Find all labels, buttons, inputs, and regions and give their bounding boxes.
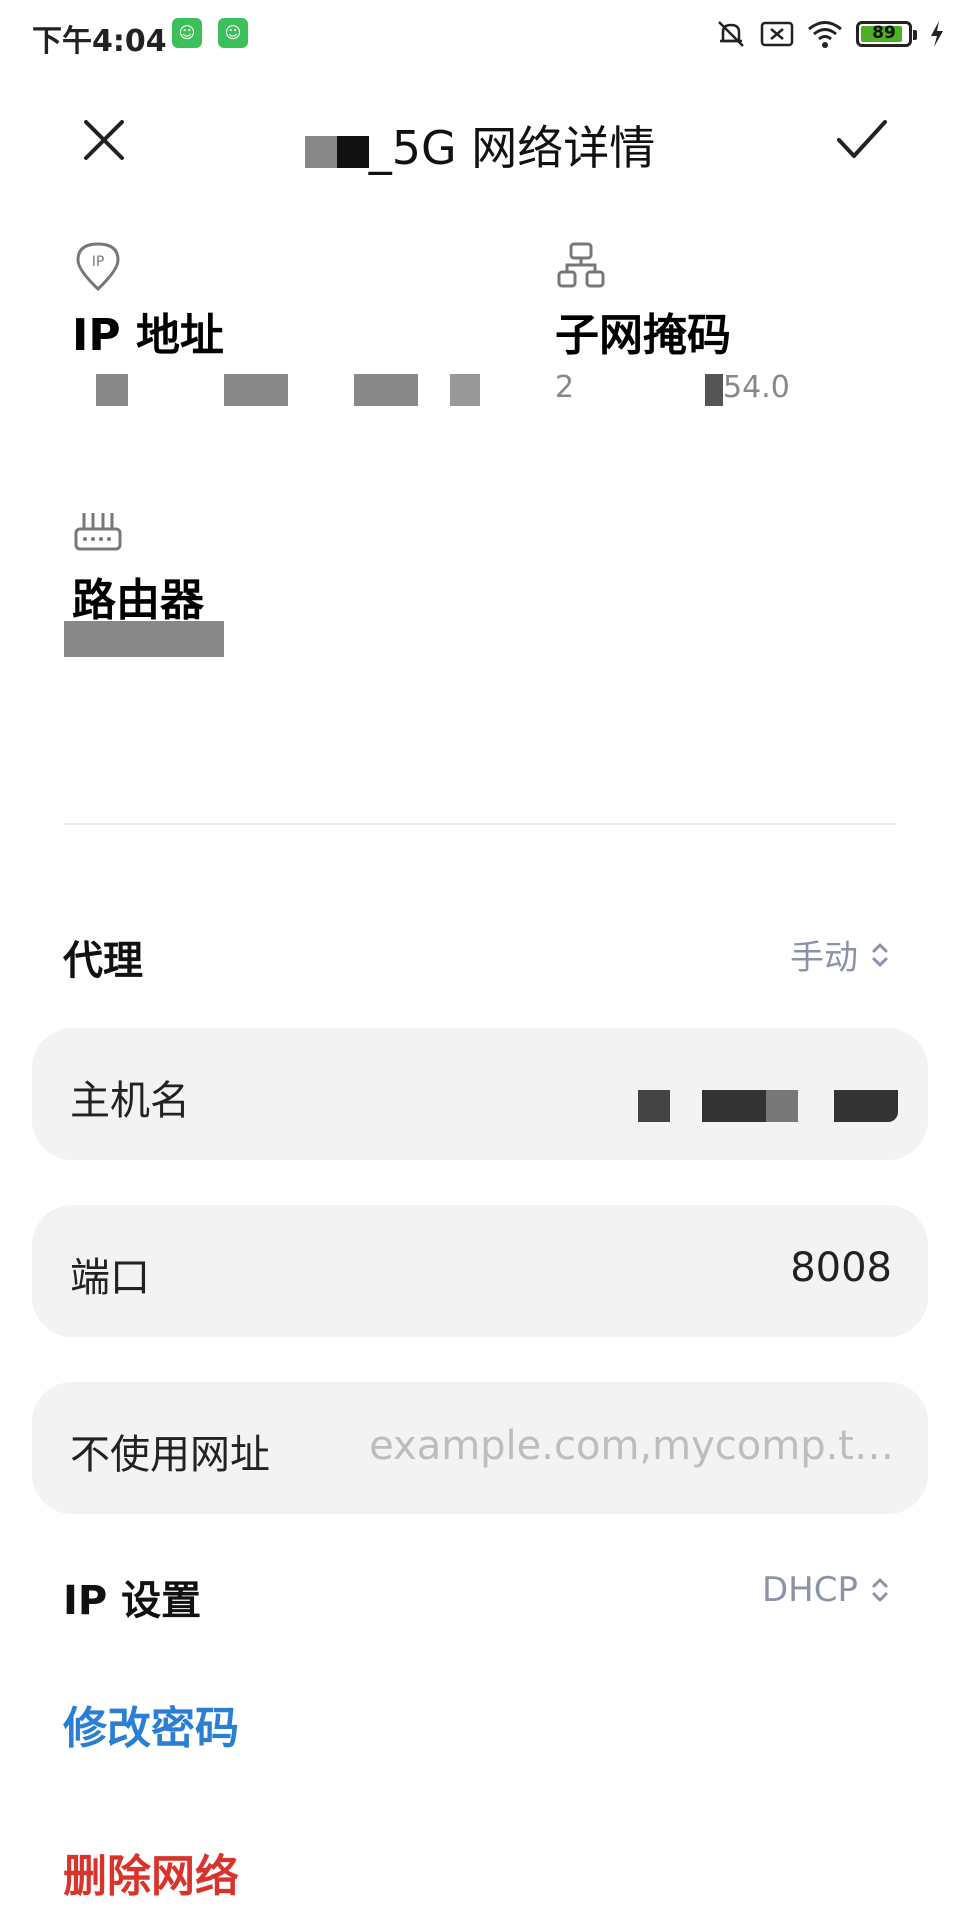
location-ip-icon: IP [76, 242, 120, 292]
bypass-proxy-label: 不使用网址 [70, 1432, 270, 1478]
app-header: _5G 网络详情 [0, 90, 960, 190]
proxy-label: 代理 [63, 938, 143, 984]
redacted-value [450, 374, 480, 406]
confirm-button[interactable] [830, 108, 894, 172]
wifi-icon [808, 21, 842, 48]
svg-text:IP: IP [92, 254, 105, 270]
ip-address-label: IP 地址 [72, 310, 224, 361]
hostname-label: 主机名 [70, 1078, 190, 1124]
port-label: 端口 [70, 1255, 150, 1301]
delete-network-button[interactable]: 删除网络 [63, 1840, 239, 1904]
subnet-mask-prefix: 2 [555, 370, 575, 405]
router-value [64, 621, 452, 675]
battery-icon: 89 [856, 21, 917, 47]
status-bar: 下午4:04 ☺ ☺ 89 [0, 0, 960, 70]
ip-address-block: IP IP 地址 [72, 240, 480, 410]
check-icon [837, 120, 887, 158]
subnet-mask-suffix: 54.0 [723, 370, 790, 405]
redacted-value [96, 374, 128, 406]
notification-app-icon: ☺ [218, 18, 248, 48]
ip-settings-label: IP 设置 [63, 1578, 202, 1624]
change-password-button[interactable]: 修改密码 [63, 1692, 239, 1756]
ip-address-value [72, 370, 480, 410]
chevron-updown-icon [872, 1578, 888, 1602]
hostname-field[interactable]: 主机名 [32, 1028, 928, 1160]
section-divider [63, 823, 897, 825]
port-value: 8008 [790, 1245, 892, 1291]
port-field[interactable]: 端口 8008 [32, 1205, 928, 1337]
sim-off-icon [760, 21, 794, 47]
status-icons: 89 [714, 16, 946, 52]
notification-app-icon: ☺ [172, 18, 202, 48]
bypass-proxy-field[interactable]: 不使用网址 [32, 1382, 928, 1514]
subnet-mask-label: 子网掩码 [555, 310, 731, 361]
proxy-mode-selector[interactable]: 手动 [790, 930, 890, 979]
status-time: 下午4:04 [32, 24, 167, 59]
router-label: 路由器 [72, 575, 204, 626]
router-icon [74, 513, 122, 551]
chevron-updown-icon [872, 943, 888, 966]
redacted-value [354, 374, 418, 406]
charging-icon [931, 21, 943, 47]
subnet-mask-value: 2 54.0 [555, 370, 935, 410]
page-title-text: _5G 网络详情 [368, 121, 656, 175]
ip-settings-selector[interactable]: DHCP [762, 1570, 890, 1610]
redacted-value [705, 374, 723, 406]
page-title: _5G 网络详情 [0, 112, 960, 178]
proxy-mode-value: 手动 [790, 938, 858, 978]
hostname-value [638, 1090, 898, 1122]
battery-level: 89 [872, 23, 896, 43]
redacted-value [64, 621, 224, 657]
subnet-mask-block: 子网掩码 2 54.0 [555, 240, 935, 410]
mute-icon [718, 21, 744, 47]
network-topology-icon [557, 242, 605, 288]
ip-settings-value: DHCP [762, 1570, 858, 1610]
redacted-value [224, 374, 288, 406]
redacted-value [834, 1090, 898, 1122]
redacted-value [766, 1090, 798, 1122]
redacted-ssid [304, 135, 337, 168]
router-block: 路由器 [64, 505, 452, 675]
bypass-proxy-input[interactable] [342, 1418, 894, 1474]
redacted-value [702, 1090, 766, 1122]
redacted-value [638, 1090, 670, 1122]
redacted-ssid [336, 135, 369, 168]
